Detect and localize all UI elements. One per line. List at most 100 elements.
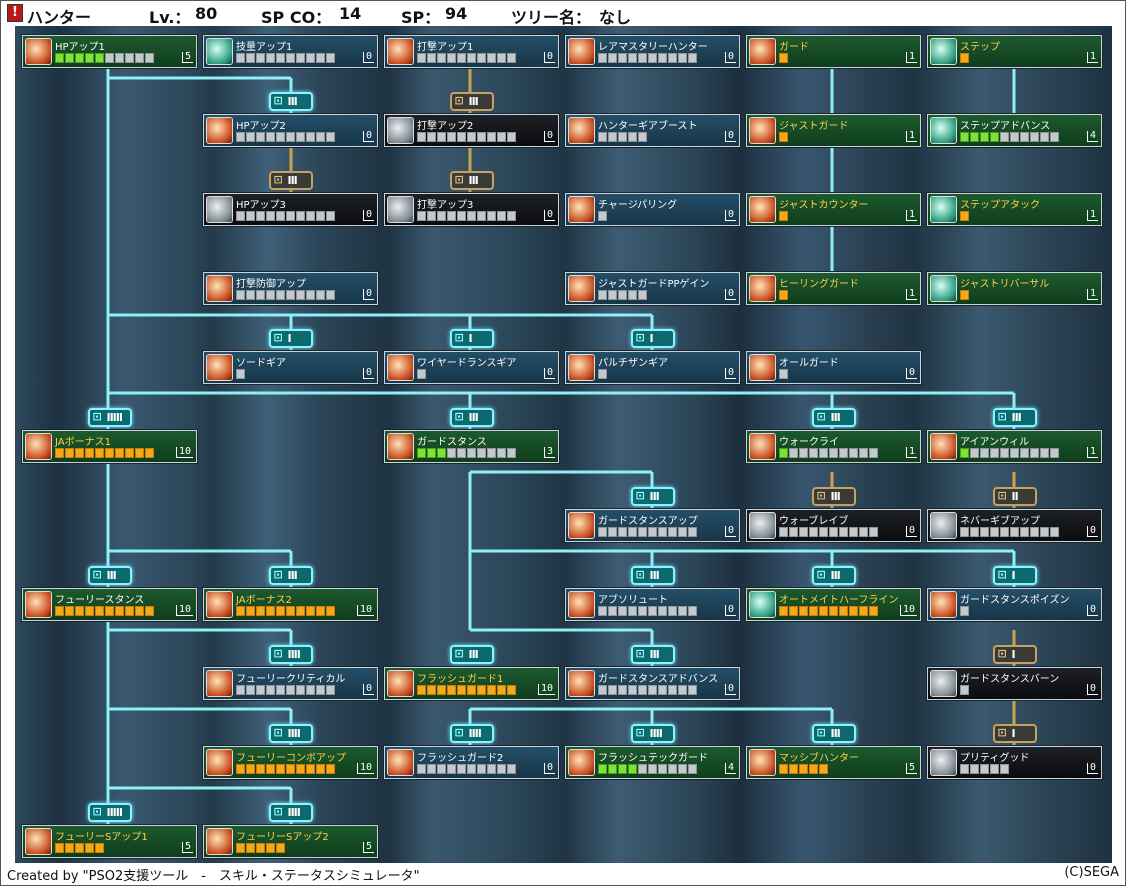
level-pip — [487, 448, 496, 458]
skill-node[interactable]: HPアップ3 0 — [202, 192, 379, 227]
unlock-requirement-badge: ⊡ III — [811, 487, 856, 506]
skill-node[interactable]: ウォークライ 1 — [745, 429, 922, 464]
spco-label: SP CO： — [261, 8, 332, 27]
level-pip — [417, 132, 426, 142]
skill-node[interactable]: ガード 1 — [745, 34, 922, 69]
skill-node[interactable]: フューリークリティカル 0 — [202, 666, 379, 701]
skill-node[interactable]: フラッシュテックガード 4 — [564, 745, 741, 780]
skill-node[interactable]: オートメイトハーフライン 10 — [745, 587, 922, 622]
skill-name: 打撃アップ3 — [417, 200, 474, 211]
skill-node[interactable]: オールガード 0 — [745, 350, 922, 385]
skill-name: ステップアタック — [960, 200, 1040, 211]
level-pip — [487, 764, 496, 774]
skill-node[interactable]: HPアップ1 5 — [21, 34, 198, 69]
skill-node[interactable]: ステップアドバンス 4 — [926, 113, 1103, 148]
skill-node[interactable]: レアマスタリーハンター 0 — [564, 34, 741, 69]
skill-name: ガードスタンスポイズン — [960, 595, 1070, 606]
level-pip — [85, 53, 94, 63]
skill-node[interactable]: JAボーナス2 10 — [202, 587, 379, 622]
fury-critical-icon — [206, 670, 233, 697]
skill-node[interactable]: マッシブハンター 5 — [745, 745, 922, 780]
skill-level-bar — [236, 685, 335, 696]
level-pip — [618, 606, 627, 616]
level-pip — [306, 211, 315, 221]
level-pip — [437, 53, 446, 63]
level-pip — [507, 685, 516, 695]
skill-node[interactable]: 打撃アップ3 0 — [383, 192, 560, 227]
skill-level-bar — [960, 448, 1059, 459]
skill-name: HPアップ1 — [55, 42, 105, 53]
skill-node[interactable]: フューリーSアップ2 5 — [202, 824, 379, 859]
skill-node[interactable]: パルチザンギア 0 — [564, 350, 741, 385]
skill-level-value: 10 — [175, 447, 193, 458]
skill-node[interactable]: ヒーリングガード 1 — [745, 271, 922, 306]
skill-node[interactable]: ジャストガードPPゲイン 0 — [564, 271, 741, 306]
skill-node[interactable]: ジャストカウンター 1 — [745, 192, 922, 227]
skill-level-bar — [598, 685, 697, 696]
skill-node[interactable]: フューリースタンス 10 — [21, 587, 198, 622]
level-pip — [55, 448, 64, 458]
skill-node[interactable]: 打撃防御アップ 0 — [202, 271, 379, 306]
level-pip — [869, 448, 878, 458]
skill-node[interactable]: ウォーブレイブ 0 — [745, 508, 922, 543]
level-pip — [316, 290, 325, 300]
skill-node[interactable]: ガードスタンスポイズン 0 — [926, 587, 1103, 622]
skill-level-bar — [960, 53, 969, 64]
unlocked-icon: ⊡ — [635, 331, 645, 344]
level-pip — [990, 448, 999, 458]
skill-node[interactable]: フューリーコンボアップ 10 — [202, 745, 379, 780]
skill-node[interactable]: ネバーギブアップ 0 — [926, 508, 1103, 543]
level-pip — [648, 606, 657, 616]
skill-node[interactable]: フューリーSアップ1 5 — [21, 824, 198, 859]
skill-node[interactable]: ワイヤードランスギア 0 — [383, 350, 560, 385]
skill-name: ヒーリングガード — [779, 279, 859, 290]
skill-level-bar — [55, 448, 154, 459]
level-pip — [598, 132, 607, 142]
level-pip — [236, 132, 245, 142]
skill-node[interactable]: ジャストガード 1 — [745, 113, 922, 148]
level-pip — [246, 290, 255, 300]
skill-node[interactable]: 打撃アップ2 0 — [383, 113, 560, 148]
level-pip — [256, 606, 265, 616]
unlocked-icon: ⊡ — [92, 805, 102, 818]
level-pip — [296, 764, 305, 774]
skill-node[interactable]: ガードスタンスアドバンス 0 — [564, 666, 741, 701]
skill-node[interactable]: 技量アップ1 0 — [202, 34, 379, 69]
level-pip — [628, 53, 637, 63]
skill-node[interactable]: アイアンウィル 1 — [926, 429, 1103, 464]
skill-node[interactable]: ステップアタック 1 — [926, 192, 1103, 227]
level-pip — [487, 685, 496, 695]
skill-node[interactable]: アブソリュート 0 — [564, 587, 741, 622]
level-pip — [789, 764, 798, 774]
unlocked-icon: ⊡ — [635, 647, 645, 660]
skill-node[interactable]: ガードスタンス 3 — [383, 429, 560, 464]
skill-node[interactable]: ハンターギアブースト 0 — [564, 113, 741, 148]
skill-node[interactable]: ステップ 1 — [926, 34, 1103, 69]
skill-node[interactable]: ジャストリバーサル 1 — [926, 271, 1103, 306]
skill-level-bar — [779, 211, 788, 222]
skill-node[interactable]: チャージパリング 0 — [564, 192, 741, 227]
unlock-requirement-badge: ⊡ IIII — [630, 724, 675, 743]
level-pip — [276, 211, 285, 221]
skill-node[interactable]: HPアップ2 0 — [202, 113, 379, 148]
required-level: III — [830, 727, 841, 740]
skill-node[interactable]: ソードギア 0 — [202, 350, 379, 385]
skill-level-bar — [417, 448, 516, 459]
skill-node[interactable]: ガードスタンスバーン 0 — [926, 666, 1103, 701]
skill-node[interactable]: フラッシュガード1 10 — [383, 666, 560, 701]
level-pip — [417, 369, 426, 379]
skill-node[interactable]: ガードスタンスアップ 0 — [564, 508, 741, 543]
level-pip — [417, 448, 426, 458]
required-level: III — [468, 411, 479, 424]
unlock-requirement-badge: ⊡ I — [992, 724, 1037, 743]
level-pip — [1000, 527, 1009, 537]
skill-node[interactable]: JAボーナス1 10 — [21, 429, 198, 464]
level-pip — [507, 53, 516, 63]
skill-node[interactable]: フラッシュガード2 0 — [383, 745, 560, 780]
skill-node[interactable]: プリティグッド 0 — [926, 745, 1103, 780]
skill-node[interactable]: 打撃アップ1 0 — [383, 34, 560, 69]
skill-level-value: 0 — [543, 210, 555, 221]
level-pip — [658, 606, 667, 616]
level-pip — [246, 53, 255, 63]
level-pip — [497, 685, 506, 695]
